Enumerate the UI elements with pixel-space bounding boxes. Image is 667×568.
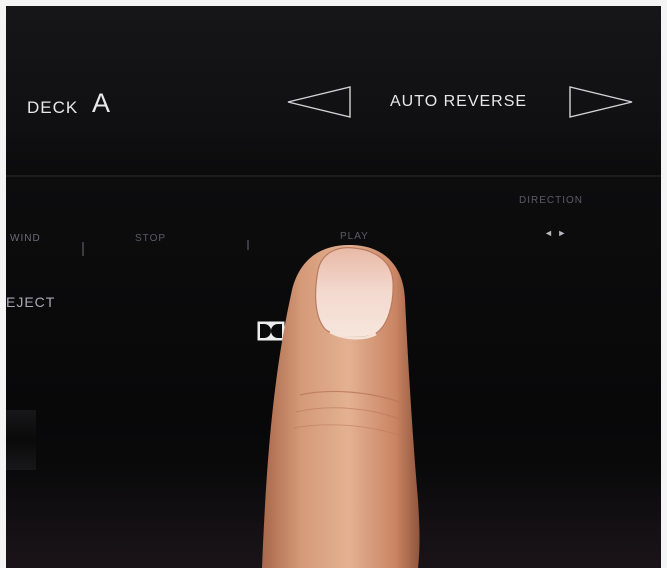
pointing-finger <box>262 244 420 568</box>
photo-border-top <box>0 0 667 6</box>
photo-border-right <box>661 0 667 568</box>
photo-border-left <box>0 0 6 568</box>
cassette-deck-photo: DECK A AUTO REVERSE DIRECTION ◄ ► WIND S… <box>0 0 667 568</box>
